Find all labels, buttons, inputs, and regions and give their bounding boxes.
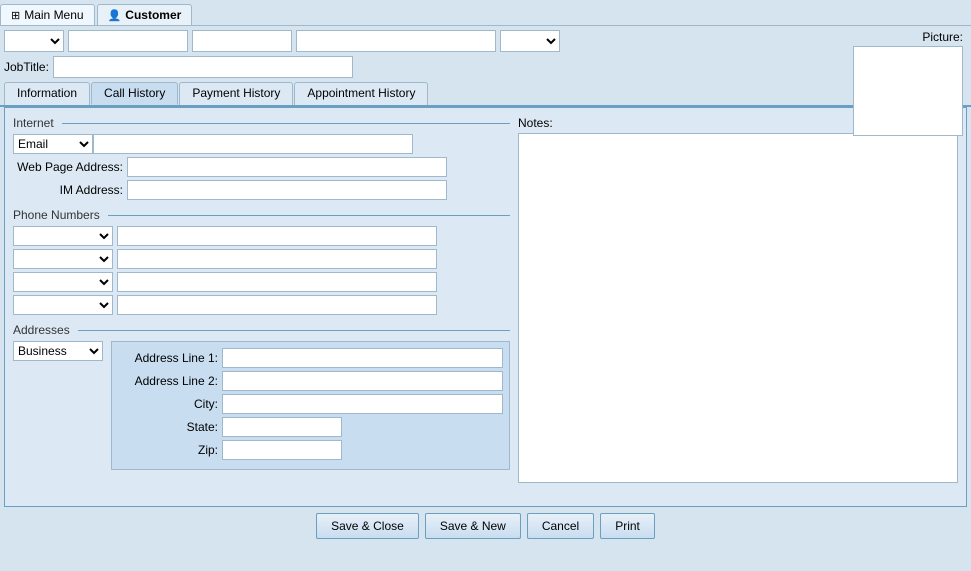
main-menu-tab[interactable]: ⊞ Main Menu [0, 4, 95, 25]
toolbar-field1[interactable] [68, 30, 188, 52]
phone-row-2 [13, 249, 510, 269]
jobtitle-row: JobTitle: [0, 54, 971, 82]
bottom-bar: Save & Close Save & New Cancel Print [0, 507, 971, 545]
tab-payment-history[interactable]: Payment History [179, 82, 293, 105]
toolbar-dropdown2[interactable] [500, 30, 560, 52]
jobtitle-label: JobTitle: [4, 60, 49, 74]
phone-type-4[interactable] [13, 295, 113, 315]
internet-section: Internet Email Web Page Address: IM Addr… [13, 116, 510, 200]
addr2-input[interactable] [222, 371, 503, 391]
tab-call-history[interactable]: Call History [91, 82, 178, 105]
toolbar-field2[interactable] [192, 30, 292, 52]
address-fields: Address Line 1: Address Line 2: City: [111, 341, 510, 470]
email-input[interactable] [93, 134, 413, 154]
web-row: Web Page Address: [13, 157, 510, 177]
zip-row: Zip: [118, 440, 503, 460]
state-input[interactable] [222, 417, 342, 437]
address-section: Addresses Business Home Other Address Li… [13, 323, 510, 470]
city-row: City: [118, 394, 503, 414]
city-input[interactable] [222, 394, 503, 414]
web-input[interactable] [127, 157, 447, 177]
customer-icon: 👤 [108, 9, 122, 22]
web-label: Web Page Address: [13, 160, 123, 174]
print-button[interactable]: Print [600, 513, 655, 539]
state-row: State: [118, 417, 503, 437]
email-row: Email [13, 134, 510, 154]
addr1-label: Address Line 1: [118, 351, 218, 365]
phone-number-1[interactable] [117, 226, 437, 246]
phone-type-3[interactable] [13, 272, 113, 292]
phone-label: Phone Numbers [13, 208, 510, 222]
address-type-row: Business Home Other Address Line 1: Addr… [13, 341, 510, 470]
im-input[interactable] [127, 180, 447, 200]
form-panel: Internet Email Web Page Address: IM Addr… [4, 107, 967, 507]
main-menu-icon: ⊞ [11, 9, 20, 22]
toolbar-field3[interactable] [296, 30, 496, 52]
toolbar [0, 26, 971, 54]
addr1-input[interactable] [222, 348, 503, 368]
phone-type-2[interactable] [13, 249, 113, 269]
main-menu-label: Main Menu [24, 8, 83, 22]
phone-number-2[interactable] [117, 249, 437, 269]
address-type-select[interactable]: Business Home Other [13, 341, 103, 361]
right-panel: Notes: [518, 116, 958, 498]
address-label: Addresses [13, 323, 510, 337]
save-close-button[interactable]: Save & Close [316, 513, 419, 539]
city-label: City: [118, 397, 218, 411]
tab-appointment-history[interactable]: Appointment History [294, 82, 428, 105]
title-bar: ⊞ Main Menu 👤 Customer [0, 0, 971, 26]
internet-label: Internet [13, 116, 510, 130]
cancel-button[interactable]: Cancel [527, 513, 594, 539]
phone-row-1 [13, 226, 510, 246]
customer-tab[interactable]: 👤 Customer [97, 4, 193, 25]
phone-row-3 [13, 272, 510, 292]
phone-number-3[interactable] [117, 272, 437, 292]
phone-type-1[interactable] [13, 226, 113, 246]
save-new-button[interactable]: Save & New [425, 513, 521, 539]
tab-information[interactable]: Information [4, 82, 90, 105]
zip-input[interactable] [222, 440, 342, 460]
phone-section: Phone Numbers [13, 208, 510, 315]
notes-textarea[interactable] [518, 133, 958, 483]
state-label: State: [118, 420, 218, 434]
phone-number-4[interactable] [117, 295, 437, 315]
jobtitle-input[interactable] [53, 56, 353, 78]
phone-row-4 [13, 295, 510, 315]
zip-label: Zip: [118, 443, 218, 457]
left-panel: Internet Email Web Page Address: IM Addr… [13, 116, 510, 498]
picture-box: Picture: [843, 30, 963, 136]
email-type-select[interactable]: Email [13, 134, 93, 154]
addr1-row: Address Line 1: [118, 348, 503, 368]
im-row: IM Address: [13, 180, 510, 200]
picture-area [853, 46, 963, 136]
addr2-label: Address Line 2: [118, 374, 218, 388]
addr2-row: Address Line 2: [118, 371, 503, 391]
toolbar-dropdown1[interactable] [4, 30, 64, 52]
im-label: IM Address: [13, 183, 123, 197]
customer-tab-label: Customer [125, 8, 181, 22]
picture-label: Picture: [843, 30, 963, 44]
nav-tabs: Information Call History Payment History… [0, 82, 971, 107]
